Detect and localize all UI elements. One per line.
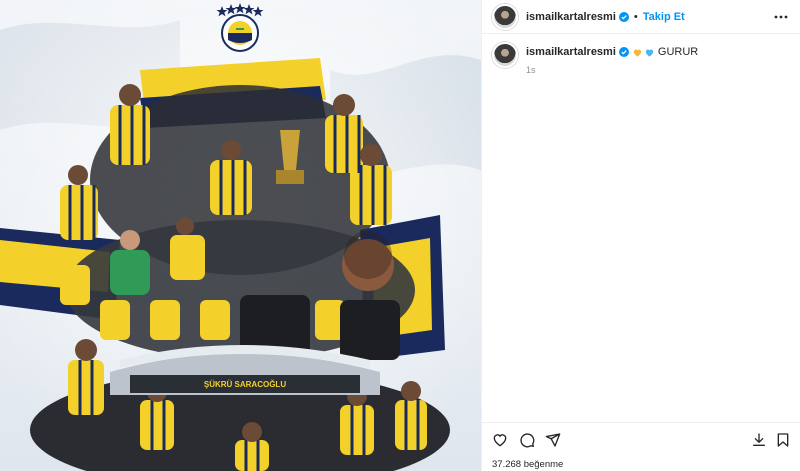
author-avatar[interactable] [492,3,518,30]
more-options-icon[interactable] [773,9,789,25]
author-username[interactable]: ismailkartalresmi [526,11,616,23]
post-time[interactable]: 1s [526,65,698,75]
post-image[interactable]: ŞÜKRÜ SARACOĞLU [0,0,481,471]
instagram-post: ŞÜKRÜ SARACOĞLU ismailkartalresmi • Taki… [0,0,800,471]
post-sidebar: ismailkartalresmi • Takip Et ismailkarta… [481,0,800,471]
caption: ismailkartalresmi GURUR 1s [492,42,792,75]
share-icon[interactable] [545,432,561,448]
bookmark-icon[interactable] [775,432,791,448]
blue-heart-icon [644,47,655,58]
post-header: ismailkartalresmi • Takip Et [482,0,800,34]
likes-count[interactable]: 37.268 beğenme [492,459,563,470]
caption-avatar[interactable] [492,42,518,68]
collage-artwork: ŞÜKRÜ SARACOĞLU [0,0,481,471]
caption-body: ismailkartalresmi GURUR 1s [526,42,698,75]
caption-username[interactable]: ismailkartalresmi [526,45,616,59]
stadium-sign: ŞÜKRÜ SARACOĞLU [204,380,286,389]
separator: • [633,10,638,23]
action-bar [482,422,800,448]
follow-button[interactable]: Takip Et [643,11,685,23]
yellow-heart-icon [632,47,643,58]
caption-text: GURUR [657,46,699,58]
comment-icon[interactable] [519,432,535,448]
download-icon[interactable] [751,432,767,448]
verified-badge-icon [618,47,629,57]
heart-icon[interactable] [492,432,508,448]
verified-badge-icon [618,11,629,22]
